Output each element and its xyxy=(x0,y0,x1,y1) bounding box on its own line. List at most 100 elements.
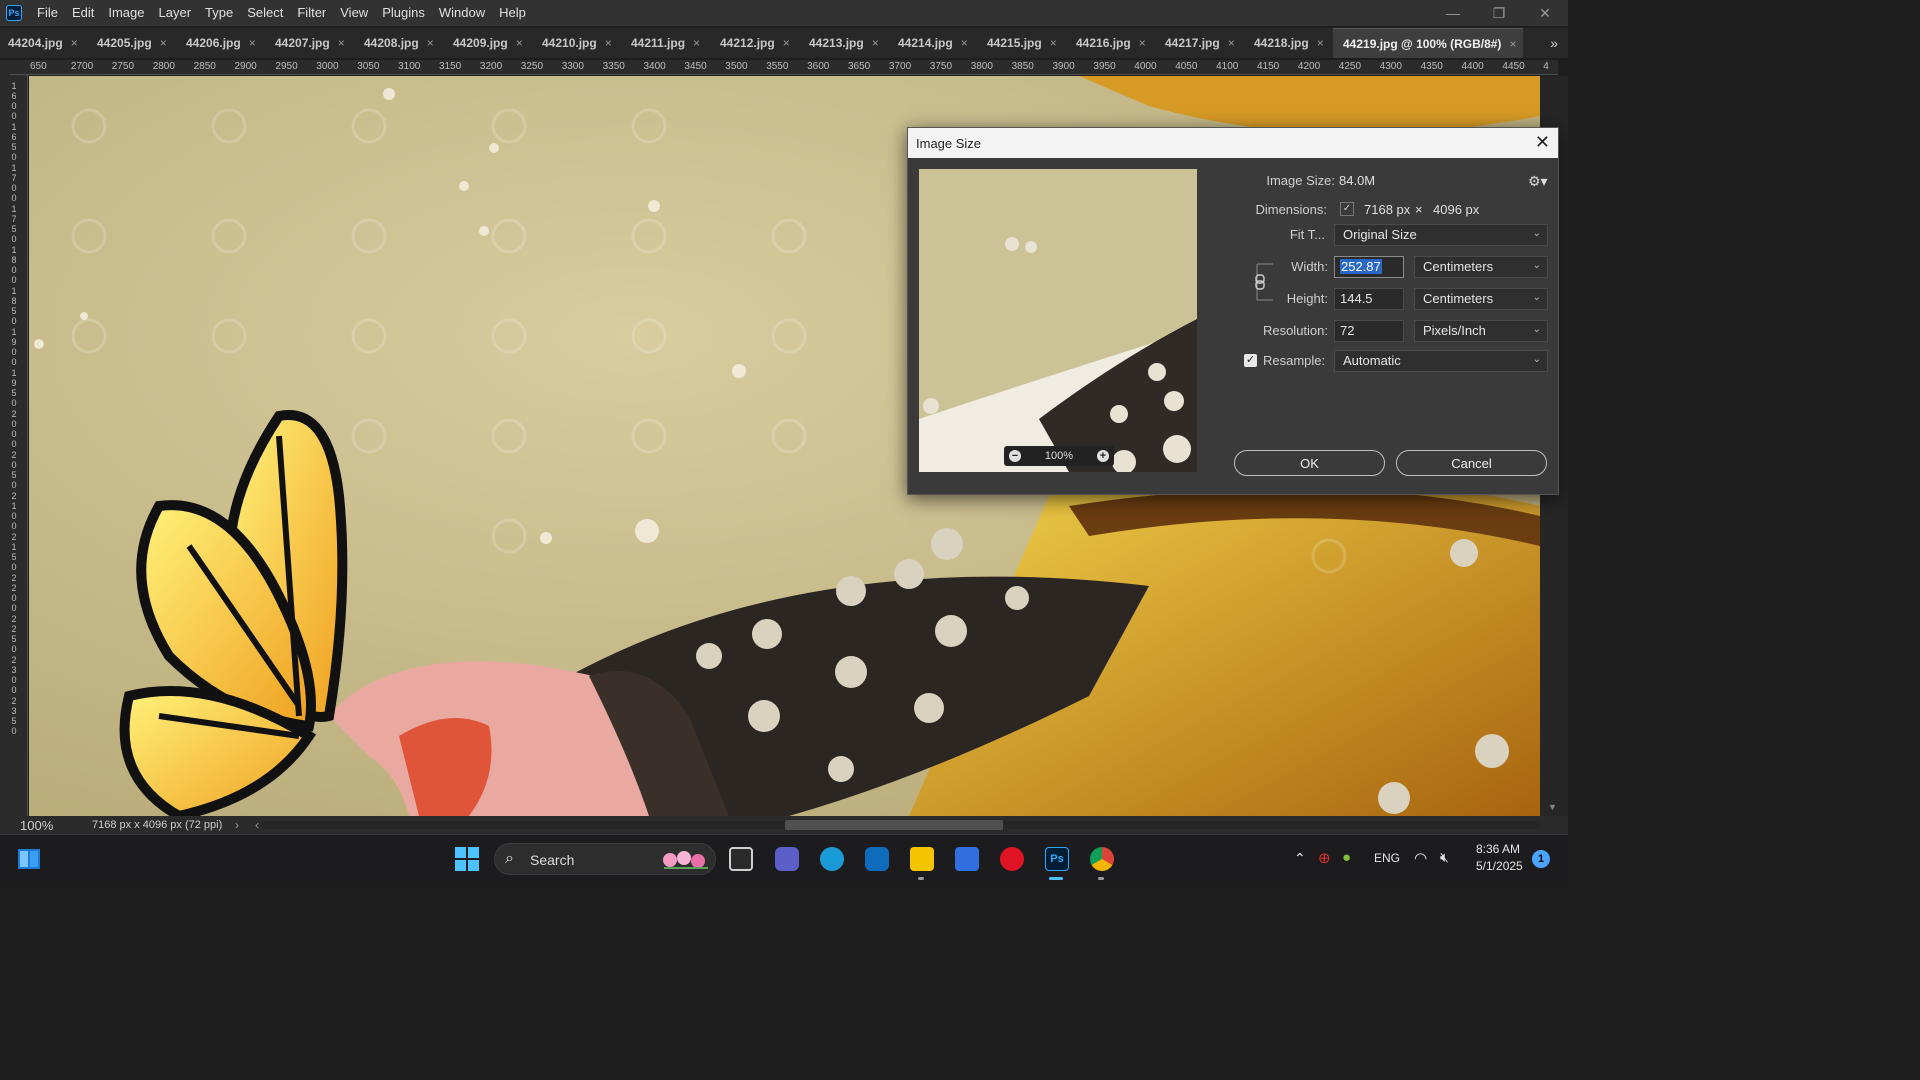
tray-chevron-up-icon[interactable]: ⌃ xyxy=(1294,850,1306,867)
menu-edit[interactable]: Edit xyxy=(65,0,101,26)
width-unit-select[interactable]: Centimeters ⌄ xyxy=(1414,256,1548,278)
tab-44205[interactable]: 44205.jpg × xyxy=(87,28,176,58)
task-view-icon[interactable] xyxy=(729,847,753,871)
tab-close-icon[interactable]: × xyxy=(605,36,612,50)
zoom-out-icon[interactable]: − xyxy=(1009,450,1021,462)
speaker-muted-icon[interactable]: 🔇︎ xyxy=(1440,849,1449,866)
tab-44204[interactable]: 44204.jpg × xyxy=(0,28,87,58)
tab-44206[interactable]: 44206.jpg × xyxy=(176,28,265,58)
tab-close-icon[interactable]: × xyxy=(1050,36,1057,50)
tab-44210[interactable]: 44210.jpg × xyxy=(532,28,621,58)
tab-close-icon[interactable]: × xyxy=(1317,36,1324,50)
clock-time[interactable]: 8:36 AM xyxy=(1476,842,1520,856)
horizontal-scroll-thumb[interactable] xyxy=(785,820,1003,830)
tab-44212[interactable]: 44212.jpg × xyxy=(710,28,799,58)
close-window-icon[interactable]: ✕ xyxy=(1522,0,1568,26)
tab-close-icon[interactable]: × xyxy=(160,36,167,50)
resolution-unit-select[interactable]: Pixels/Inch ⌄ xyxy=(1414,320,1548,342)
tray-vpn-icon[interactable]: ⊕ xyxy=(1318,849,1331,867)
ruler-tick-label: 3100 xyxy=(398,61,421,72)
tab-44216[interactable]: 44216.jpg × xyxy=(1066,28,1155,58)
menu-plugins[interactable]: Plugins xyxy=(375,0,432,26)
tab-44211[interactable]: 44211.jpg × xyxy=(621,28,710,58)
wifi-icon[interactable]: ◠ xyxy=(1414,849,1427,867)
menu-help[interactable]: Help xyxy=(492,0,533,26)
height-unit-select[interactable]: Centimeters ⌄ xyxy=(1414,288,1548,310)
photoshop-logo-icon[interactable]: Ps xyxy=(6,5,22,21)
menu-window[interactable]: Window xyxy=(432,0,492,26)
clock-date[interactable]: 5/1/2025 xyxy=(1476,859,1523,873)
ruler-tick-label: 1900 xyxy=(11,327,17,367)
menu-image[interactable]: Image xyxy=(101,0,151,26)
dimensions-dropdown-icon[interactable]: ✓ xyxy=(1340,202,1354,216)
tab-44208[interactable]: 44208.jpg × xyxy=(354,28,443,58)
scroll-left-icon[interactable]: ‹ xyxy=(255,818,259,832)
tab-44217[interactable]: 44217.jpg × xyxy=(1155,28,1244,58)
menu-layer[interactable]: Layer xyxy=(152,0,199,26)
ruler-tick-label: 2250 xyxy=(11,614,17,654)
resample-checkbox[interactable]: ✓ xyxy=(1244,354,1257,367)
tab-close-icon[interactable]: × xyxy=(783,36,790,50)
tab-44207[interactable]: 44207.jpg × xyxy=(265,28,354,58)
tab-close-icon[interactable]: × xyxy=(1228,36,1235,50)
teams-icon[interactable] xyxy=(775,847,799,871)
width-input[interactable]: 252.87 xyxy=(1334,256,1404,278)
resample-select[interactable]: Automatic ⌄ xyxy=(1334,350,1548,372)
notification-badge[interactable]: 1 xyxy=(1532,850,1550,868)
horizontal-ruler[interactable]: 650 2700 2750 2800 2850 2900 2950 3000 3050 3100 3… xyxy=(10,60,1558,75)
menu-type[interactable]: Type xyxy=(198,0,240,26)
image-preview[interactable]: − 100% + xyxy=(919,169,1197,472)
windows-start-icon[interactable] xyxy=(455,847,479,871)
file-explorer-icon[interactable] xyxy=(910,847,934,871)
resolution-input[interactable]: 72 xyxy=(1334,320,1404,342)
gear-icon[interactable]: ⚙▾ xyxy=(1528,173,1548,190)
restore-icon[interactable]: ❐ xyxy=(1476,0,1522,26)
tab-close-icon[interactable]: × xyxy=(961,36,968,50)
height-input[interactable]: 144.5 xyxy=(1334,288,1404,310)
tab-close-icon[interactable]: × xyxy=(71,36,78,50)
tab-overflow-icon[interactable]: » xyxy=(1550,28,1558,58)
zoom-in-icon[interactable]: + xyxy=(1096,450,1109,462)
tab-close-icon[interactable]: × xyxy=(872,36,879,50)
cancel-button[interactable]: Cancel xyxy=(1396,450,1547,476)
tab-close-icon[interactable]: × xyxy=(338,36,345,50)
menu-file[interactable]: File xyxy=(30,0,65,26)
microsoft-store-icon[interactable] xyxy=(955,847,979,871)
ruler-tick-label: 2700 xyxy=(70,61,94,72)
menu-view[interactable]: View xyxy=(333,0,375,26)
tab-label: 44219.jpg @ 100% (RGB/8#) xyxy=(1343,36,1502,51)
minimize-icon[interactable]: — xyxy=(1430,0,1476,26)
tab-close-icon[interactable]: × xyxy=(1139,36,1146,50)
dialog-title-bar[interactable]: Image Size ✕ xyxy=(908,128,1558,158)
tray-network-globe-icon[interactable]: ● xyxy=(1342,849,1351,866)
menu-select[interactable]: Select xyxy=(240,0,290,26)
tab-44213[interactable]: 44213.jpg × xyxy=(799,28,888,58)
status-menu-icon[interactable]: › xyxy=(235,818,239,832)
snipping-tool-icon[interactable] xyxy=(865,847,889,871)
tab-44209[interactable]: 44209.jpg × xyxy=(443,28,532,58)
tab-active-44219[interactable]: 44219.jpg @ 100% (RGB/8#) × xyxy=(1333,28,1523,58)
vertical-ruler[interactable]: 1600 1650 1700 1750 1800 1850 1900 1950 2000 2050… xyxy=(0,75,28,817)
scroll-down-icon[interactable]: ▼ xyxy=(1548,802,1557,812)
opera-icon[interactable] xyxy=(1000,847,1024,871)
tab-close-icon[interactable]: × xyxy=(427,36,434,50)
menu-filter[interactable]: Filter xyxy=(290,0,333,26)
tab-close-icon[interactable]: × xyxy=(1509,37,1516,51)
photoshop-taskbar-icon[interactable]: Ps xyxy=(1045,847,1069,871)
tab-close-icon[interactable]: × xyxy=(693,36,700,50)
ok-button[interactable]: OK xyxy=(1234,450,1385,476)
tab-44215[interactable]: 44215.jpg × xyxy=(977,28,1066,58)
tab-label: 44212.jpg xyxy=(720,36,775,50)
edge-icon[interactable] xyxy=(820,847,844,871)
tab-44218[interactable]: 44218.jpg × xyxy=(1244,28,1333,58)
taskbar-search[interactable]: ⌕ Search xyxy=(494,843,716,875)
tab-44214[interactable]: 44214.jpg × xyxy=(888,28,977,58)
tab-close-icon[interactable]: × xyxy=(249,36,256,50)
chrome-icon[interactable] xyxy=(1090,847,1114,871)
dialog-close-icon[interactable]: ✕ xyxy=(1535,132,1550,153)
zoom-level[interactable]: 100% xyxy=(20,818,53,833)
widgets-icon[interactable] xyxy=(17,847,41,871)
fit-to-select[interactable]: Original Size ⌄ xyxy=(1334,224,1548,246)
language-indicator[interactable]: ENG xyxy=(1374,851,1400,865)
tab-close-icon[interactable]: × xyxy=(516,36,523,50)
